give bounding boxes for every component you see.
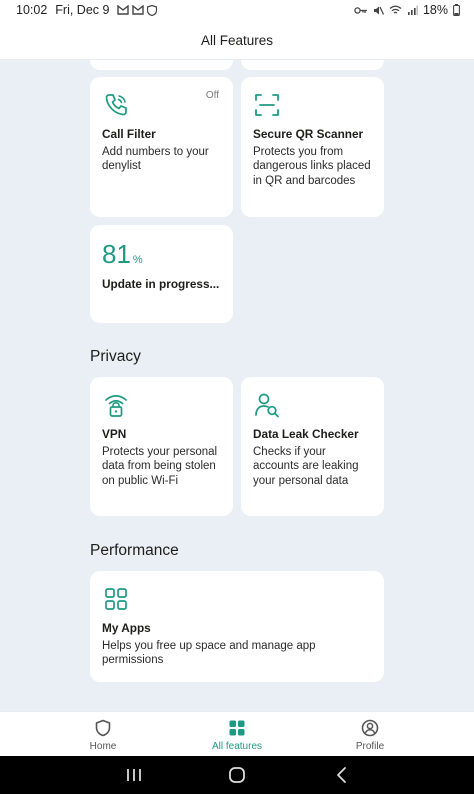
feature-card-data-leak-checker[interactable]: Data Leak Checker Checks if your account… bbox=[241, 377, 384, 516]
status-time: 10:02 bbox=[16, 3, 48, 17]
recent-apps-icon[interactable] bbox=[123, 764, 145, 786]
feature-name: Data Leak Checker bbox=[253, 427, 359, 441]
signal-icon bbox=[407, 5, 418, 15]
shield-status-icon bbox=[147, 4, 158, 16]
update-percent: 81% bbox=[102, 239, 143, 269]
page-title: All Features bbox=[200, 33, 274, 48]
features-content[interactable]: Off Call Filter Add numbers to your deny… bbox=[0, 60, 474, 711]
battery-percent: 18% bbox=[422, 3, 448, 17]
feature-name: VPN bbox=[102, 427, 127, 441]
bottom-nav: Home All features Profile bbox=[0, 711, 474, 756]
profile-icon bbox=[361, 719, 379, 737]
wifi-lock-icon bbox=[105, 395, 127, 417]
system-nav-bar bbox=[0, 756, 474, 794]
feature-desc: Add numbers to your denylist bbox=[102, 146, 209, 173]
feature-name: Secure QR Scanner bbox=[253, 127, 364, 141]
feature-card-call-filter[interactable]: Off Call Filter Add numbers to your deny… bbox=[90, 77, 233, 217]
section-title-privacy: Privacy bbox=[90, 348, 141, 365]
wifi-icon bbox=[389, 5, 402, 14]
status-badge: Off bbox=[205, 90, 219, 101]
feature-desc: Checks if your accounts are leaking your… bbox=[253, 446, 359, 487]
user-search-icon bbox=[255, 393, 279, 418]
status-bar: 10:02 Fri, Dec 9 18% bbox=[0, 0, 474, 22]
qr-scan-icon bbox=[255, 94, 279, 116]
home-button-icon[interactable] bbox=[226, 764, 248, 786]
percent-unit: % bbox=[132, 254, 143, 266]
nav-label: Home bbox=[89, 741, 117, 752]
mute-icon bbox=[373, 6, 384, 15]
feature-card-vpn[interactable]: VPN Protects your personal data from bei… bbox=[90, 377, 233, 516]
gmail-icon bbox=[132, 5, 145, 15]
apps-grid-icon bbox=[105, 588, 127, 610]
nav-label: Profile bbox=[355, 741, 385, 752]
battery-icon bbox=[453, 4, 460, 16]
feature-desc: Protects your personal data from being s… bbox=[102, 446, 218, 487]
nav-profile[interactable]: Profile bbox=[320, 712, 420, 757]
status-date: Fri, Dec 9 bbox=[55, 3, 110, 17]
feature-name: Call Filter bbox=[102, 127, 156, 141]
feature-card-qr-scanner[interactable]: Secure QR Scanner Protects you from dang… bbox=[241, 77, 384, 217]
apps-grid-icon bbox=[229, 720, 245, 736]
nav-label: All features bbox=[211, 741, 263, 752]
shield-icon bbox=[95, 719, 111, 737]
key-icon bbox=[354, 6, 367, 14]
section-title-performance: Performance bbox=[90, 542, 179, 559]
gmail-icon bbox=[117, 5, 130, 15]
feature-name: My Apps bbox=[102, 621, 151, 635]
app-header: All Features bbox=[0, 22, 474, 60]
update-progress-card[interactable]: 81% Update in progress... bbox=[90, 225, 233, 323]
feature-card-my-apps[interactable]: My Apps Helps you free up space and mana… bbox=[90, 571, 384, 682]
nav-all-features[interactable]: All features bbox=[187, 712, 287, 757]
nav-home[interactable]: Home bbox=[53, 712, 153, 757]
feature-card-partial-right[interactable] bbox=[241, 60, 384, 70]
feature-desc: Helps you free up space and manage app p… bbox=[102, 640, 316, 667]
update-label: Update in progress... bbox=[102, 277, 220, 291]
feature-card-partial-left[interactable] bbox=[90, 60, 233, 70]
back-icon[interactable] bbox=[331, 764, 353, 786]
phone-icon bbox=[105, 94, 127, 116]
feature-desc: Protects you from dangerous links placed… bbox=[253, 146, 371, 187]
